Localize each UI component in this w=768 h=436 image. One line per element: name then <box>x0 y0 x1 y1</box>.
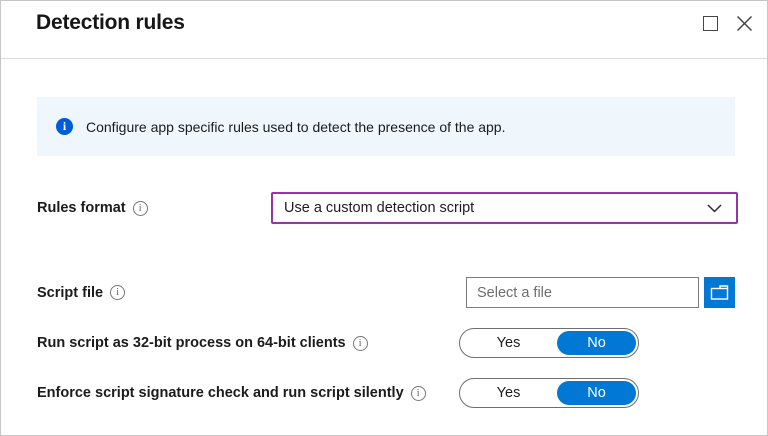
rules-format-label: Rules format <box>37 200 126 216</box>
close-button[interactable] <box>734 13 754 33</box>
rules-format-dropdown[interactable]: Use a custom detection script <box>271 192 738 224</box>
script-file-label-row: Script file i <box>37 277 125 308</box>
window-controls <box>700 13 754 33</box>
rules-format-dropdown-value: Use a custom detection script <box>284 200 707 216</box>
page-title: Detection rules <box>36 11 185 35</box>
toggle-option-no[interactable]: No <box>557 381 636 405</box>
rules-format-label-row: Rules format i <box>37 192 148 224</box>
signature-silent-toggle: Yes No <box>459 378 639 408</box>
chevron-down-icon <box>707 204 722 213</box>
info-icon: i <box>56 118 73 135</box>
close-icon <box>736 15 753 32</box>
info-tooltip-icon[interactable]: i <box>133 201 148 216</box>
signature-silent-label: Enforce script signature check and run s… <box>37 385 404 401</box>
script-file-input[interactable] <box>466 277 699 308</box>
browse-file-button[interactable] <box>704 277 735 308</box>
maximize-icon <box>703 16 718 31</box>
info-banner-text: Configure app specific rules used to det… <box>86 119 506 135</box>
toggle-option-no[interactable]: No <box>557 331 636 355</box>
run-32bit-label-row: Run script as 32-bit process on 64-bit c… <box>37 328 368 358</box>
detection-rules-panel: Detection rules i Configure app specific… <box>0 0 768 436</box>
signature-silent-label-row: Enforce script signature check and run s… <box>37 378 426 408</box>
toggle-option-yes[interactable]: Yes <box>460 385 557 401</box>
info-banner: i Configure app specific rules used to d… <box>37 97 735 156</box>
run-32bit-toggle: Yes No <box>459 328 639 358</box>
toggle-option-yes[interactable]: Yes <box>460 335 557 351</box>
info-tooltip-icon[interactable]: i <box>411 386 426 401</box>
script-file-label: Script file <box>37 285 103 301</box>
folder-icon <box>710 284 729 301</box>
run-32bit-label: Run script as 32-bit process on 64-bit c… <box>37 335 346 351</box>
info-tooltip-icon[interactable]: i <box>110 285 125 300</box>
header-divider <box>1 58 767 59</box>
maximize-button[interactable] <box>700 13 720 33</box>
info-tooltip-icon[interactable]: i <box>353 336 368 351</box>
